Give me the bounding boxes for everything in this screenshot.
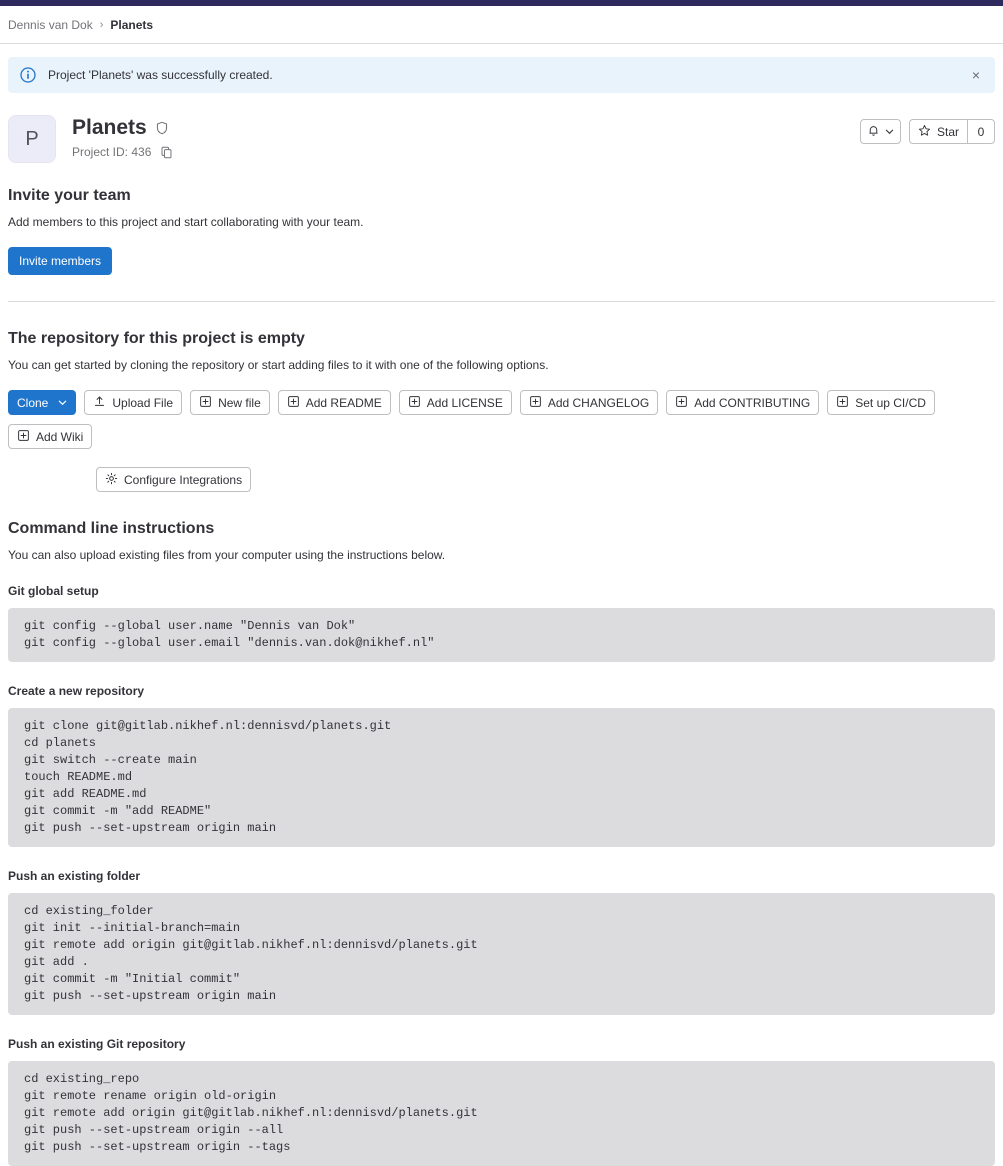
new-file-label: New file (218, 395, 261, 410)
project-id-label: Project ID: 436 (72, 145, 152, 160)
star-button[interactable]: Star (908, 119, 967, 144)
clone-button[interactable]: Clone (8, 390, 77, 415)
alert-message: Project 'Planets' was successfully creat… (48, 68, 273, 82)
breadcrumb-separator-icon: › (99, 18, 104, 31)
add-license-label: Add LICENSE (426, 395, 503, 410)
project-meta: Planets Project ID: 436 (72, 115, 860, 159)
avatar-letter: P (25, 127, 39, 150)
star-count[interactable]: 0 (967, 119, 995, 144)
code-block[interactable]: git clone git@gitlab.nikhef.nl:dennisvd/… (8, 708, 995, 847)
plus-square-icon (287, 395, 300, 411)
add-wiki-label: Add Wiki (36, 429, 84, 444)
repo-actions-row: Clone Upload File New file Add README Ad… (8, 390, 995, 492)
plus-square-icon (836, 395, 849, 411)
close-icon[interactable]: × (969, 68, 983, 82)
add-readme-button[interactable]: Add README (277, 390, 391, 415)
new-file-button[interactable]: New file (190, 390, 270, 415)
setup-cicd-button[interactable]: Set up CI/CD (827, 390, 935, 415)
page-title: Planets (72, 116, 147, 139)
plus-square-icon (529, 395, 542, 411)
add-wiki-button[interactable]: Add Wiki (8, 424, 93, 449)
information-icon (20, 67, 36, 83)
star-label: Star (936, 124, 959, 139)
breadcrumb-bar: Dennis van Dok › Planets (0, 6, 1003, 44)
clone-label: Clone (17, 395, 49, 410)
success-alert: Project 'Planets' was successfully creat… (8, 57, 995, 93)
breadcrumb: Dennis van Dok › Planets (8, 18, 153, 32)
bell-icon (867, 124, 880, 140)
invite-team-description: Add members to this project and start co… (8, 215, 364, 229)
cli-instructions-title: Command line instructions (8, 520, 215, 537)
upload-file-label: Upload File (112, 395, 174, 410)
add-changelog-label: Add CHANGELOG (547, 395, 650, 410)
chevron-down-icon (58, 396, 67, 410)
star-icon (918, 124, 931, 140)
plus-square-icon (675, 395, 688, 411)
upload-icon (93, 395, 106, 411)
project-header-actions: Star 0 (859, 115, 995, 144)
notifications-button[interactable] (859, 119, 901, 144)
add-changelog-button[interactable]: Add CHANGELOG (519, 390, 659, 415)
plus-square-icon (408, 395, 421, 411)
project-avatar: P (8, 115, 56, 163)
shield-icon (155, 121, 169, 135)
cli-instructions-description: You can also upload existing files from … (8, 548, 446, 562)
invite-members-button[interactable]: Invite members (8, 247, 113, 275)
code-block[interactable]: git config --global user.name "Dennis va… (8, 608, 995, 662)
add-contributing-label: Add CONTRIBUTING (694, 395, 811, 410)
empty-repo-description: You can get started by cloning the repos… (8, 358, 549, 372)
code-block-label: Create a new repository (8, 684, 145, 698)
project-title-row: Planets (72, 116, 860, 139)
add-contributing-button[interactable]: Add CONTRIBUTING (666, 390, 820, 415)
code-block-label: Push an existing folder (8, 869, 141, 883)
setup-cicd-label: Set up CI/CD (855, 395, 926, 410)
section-divider (8, 301, 995, 302)
configure-integrations-button[interactable]: Configure Integrations (96, 467, 252, 492)
chevron-down-icon (885, 125, 894, 139)
invite-team-title: Invite your team (8, 187, 131, 204)
project-id-row: Project ID: 436 (72, 145, 860, 159)
star-button-group: Star 0 (908, 119, 995, 144)
upload-file-button[interactable]: Upload File (84, 390, 183, 415)
plus-square-icon (199, 395, 212, 411)
gear-icon (105, 472, 118, 488)
code-block-label: Push an existing Git repository (8, 1037, 186, 1051)
code-block-label: Git global setup (8, 584, 99, 598)
add-readme-label: Add README (305, 395, 382, 410)
project-header: P Planets Project ID: 436 Star 0 (8, 115, 995, 163)
breadcrumb-current-project: Planets (110, 17, 154, 32)
plus-square-icon (17, 429, 30, 445)
breadcrumb-owner-link[interactable]: Dennis van Dok (8, 18, 93, 32)
configure-integrations-label: Configure Integrations (124, 472, 243, 487)
add-license-button[interactable]: Add LICENSE (398, 390, 512, 415)
empty-repo-title: The repository for this project is empty (8, 330, 305, 347)
code-block[interactable]: cd existing_repo git remote rename origi… (8, 1061, 995, 1166)
copy-icon[interactable] (160, 146, 173, 159)
